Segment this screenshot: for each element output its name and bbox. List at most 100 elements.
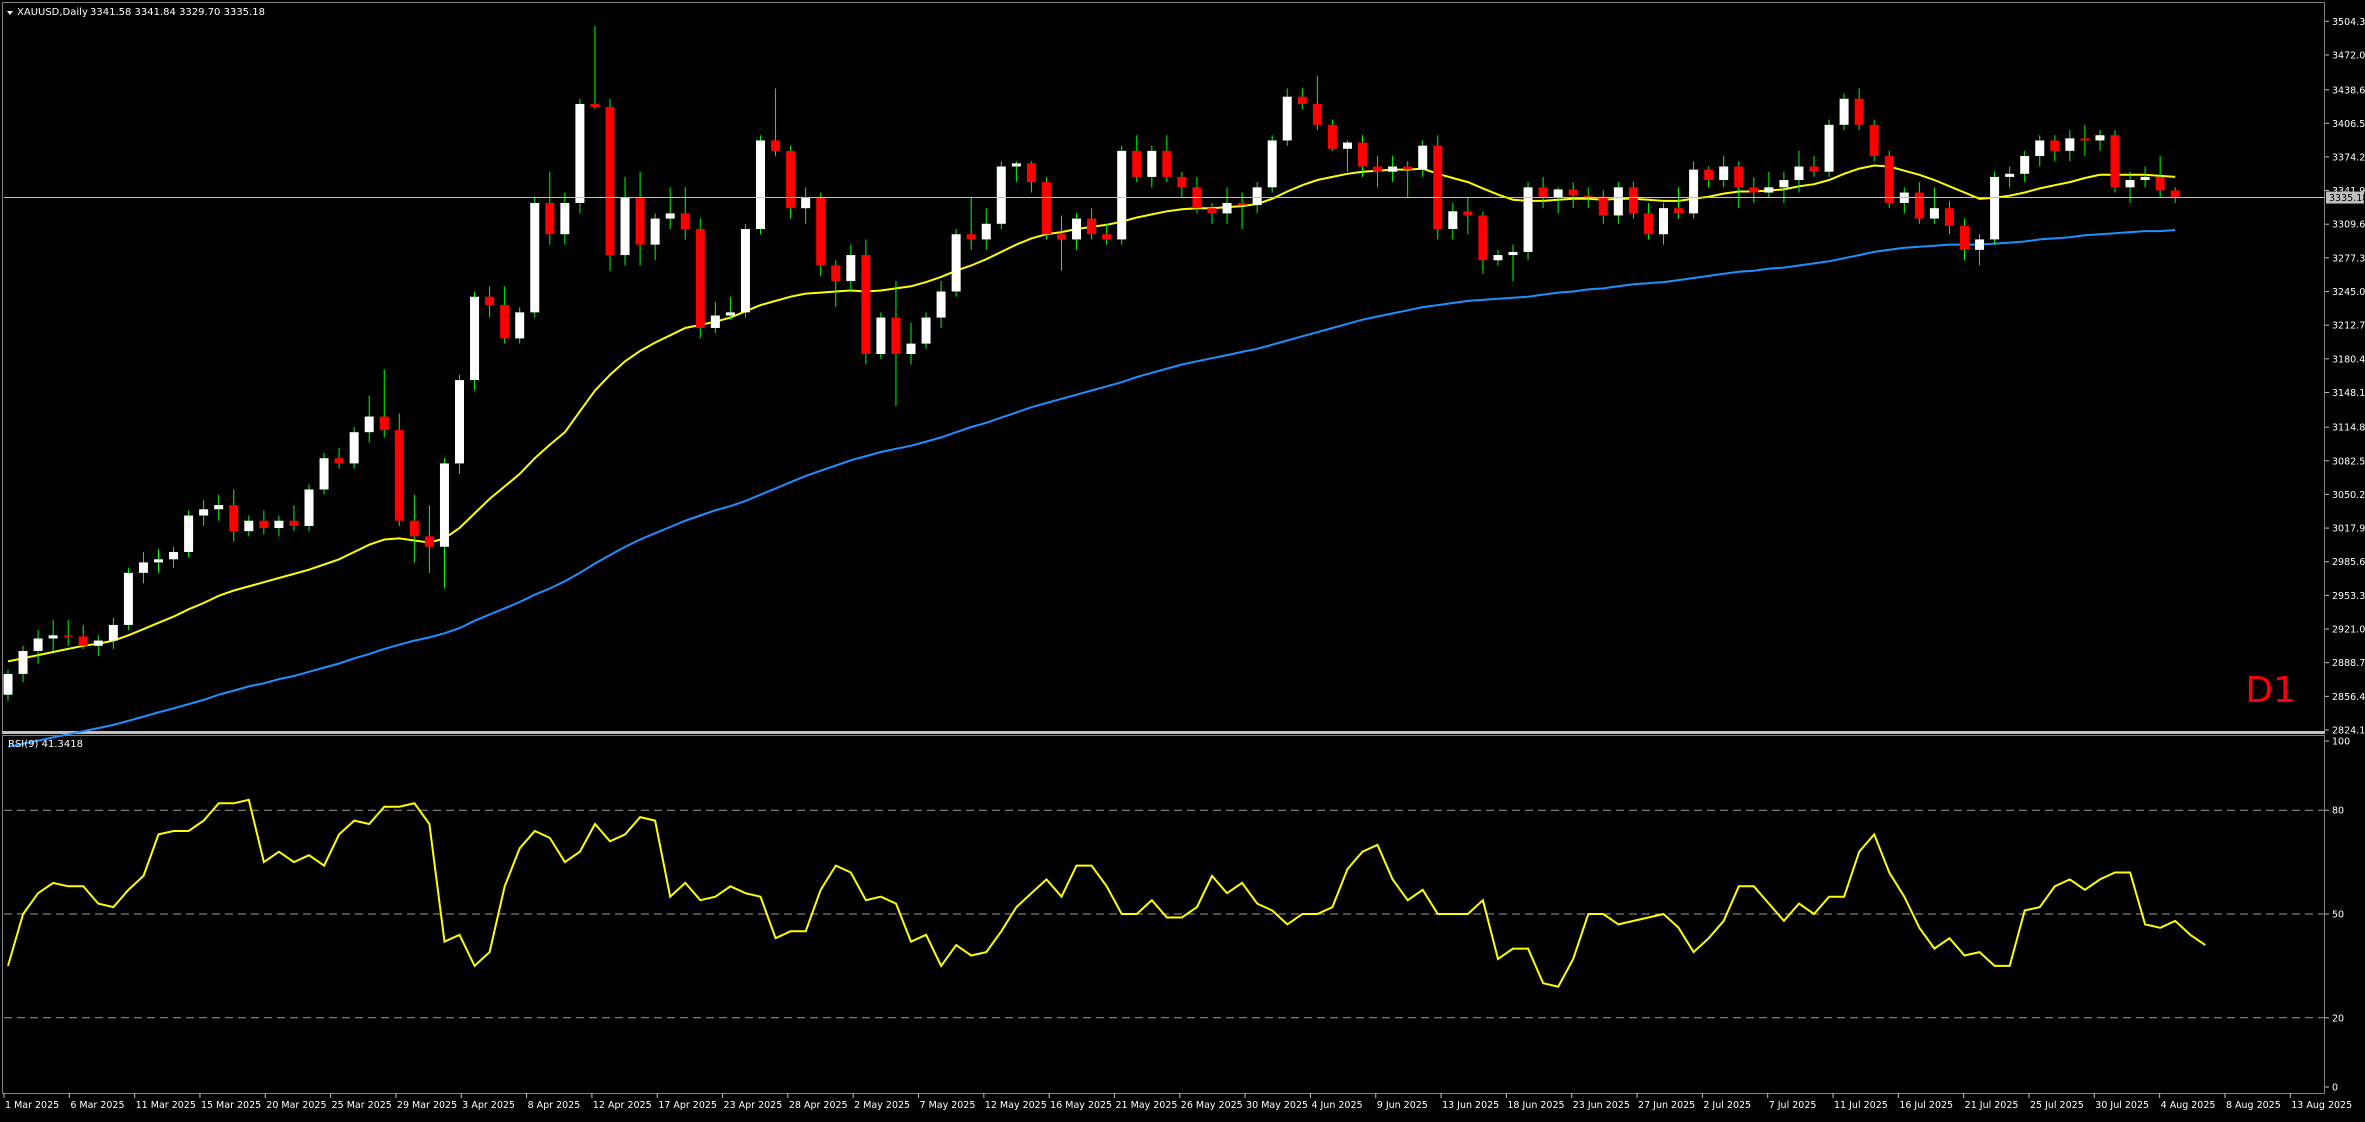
candle-body-bear — [1704, 169, 1714, 181]
candle-body-bull — [1824, 124, 1834, 172]
candle-body-bull — [319, 458, 329, 490]
candle-body-bear — [1297, 96, 1307, 104]
candle-body-bear — [229, 505, 239, 532]
time-tick-label: 16 May 2025 — [1050, 1100, 1112, 1111]
candle-body-bull — [2035, 140, 2045, 157]
candle-body-bear — [1944, 208, 1954, 226]
candle-body-bull — [1222, 202, 1232, 214]
candle-body-bull — [1117, 150, 1127, 240]
time-tick-label: 2 May 2025 — [854, 1100, 910, 1111]
candle — [951, 229, 961, 297]
time-tick-label: 23 Apr 2025 — [724, 1100, 783, 1111]
time-tick-label: 17 Apr 2025 — [658, 1100, 717, 1111]
candle — [1282, 88, 1292, 146]
candle-body-bull — [244, 520, 254, 532]
candle-body-bear — [63, 635, 73, 637]
chart-canvas[interactable]: 3504.35 3472.05 3438.60 3406.50 3374.20 3341.… — [0, 0, 2365, 1118]
time-tick-label: 23 Jun 2025 — [1573, 1100, 1630, 1111]
candle-body-bull — [665, 213, 675, 219]
time-tick-label: 12 May 2025 — [985, 1100, 1047, 1111]
candle — [575, 98, 585, 214]
candle — [1267, 135, 1277, 193]
candle-body-bull — [274, 520, 284, 529]
ohlc-values: 3341.58 3341.84 3329.70 3335.18 — [90, 7, 265, 18]
candle — [861, 239, 871, 365]
time-tick-label: 27 Jun 2025 — [1638, 1100, 1695, 1111]
candle — [530, 197, 540, 318]
candle-body-bear — [1312, 103, 1322, 125]
rsi-tick-label: 50 — [2332, 910, 2344, 921]
candle-body-bear — [1598, 196, 1608, 216]
candle — [996, 161, 1006, 230]
time-tick-label: 30 Jul 2025 — [2095, 1100, 2149, 1111]
price-tick-label: 2888.75 — [2332, 658, 2365, 669]
candle-body-bull — [1388, 166, 1398, 172]
candle-body-bear — [771, 140, 781, 151]
candle-body-bear — [545, 202, 555, 235]
chart-window[interactable]: 3504.35 3472.05 3438.60 3406.50 3374.20 3341.… — [0, 0, 2365, 1118]
price-tick-label: 2953.35 — [2332, 591, 2365, 602]
time-tick-label: 13 Jun 2025 — [1442, 1100, 1499, 1111]
candle-body-bull — [33, 638, 43, 651]
candle-body-bull — [1975, 239, 1985, 250]
candle-body-bull — [123, 572, 133, 625]
candle-body-bull — [1779, 180, 1789, 188]
candle-body-bull — [169, 551, 179, 560]
time-tick-label: 18 Jun 2025 — [1507, 1100, 1564, 1111]
rsi-tick-label: 100 — [2332, 737, 2350, 748]
candle-body-bear — [394, 430, 404, 521]
candle-body-bull — [2005, 173, 2015, 177]
time-tick-label: 4 Aug 2025 — [2161, 1100, 2216, 1111]
candle-body-bear — [1914, 192, 1924, 219]
candle-body-bull — [846, 255, 856, 282]
candle-body-bull — [138, 562, 148, 573]
candle-body-bull — [304, 489, 314, 526]
price-tick-label: 3406.50 — [2332, 119, 2365, 130]
candle-body-bear — [1749, 187, 1759, 193]
candle — [756, 135, 765, 235]
current-price-label: 3335.18 — [2329, 193, 2365, 204]
candle-body-bull — [1719, 166, 1729, 181]
time-tick-label: 4 Jun 2025 — [1311, 1100, 1362, 1111]
candle-body-bear — [2170, 190, 2180, 198]
time-tick-label: 8 Aug 2025 — [2226, 1100, 2281, 1111]
candle-body-bear — [891, 317, 901, 355]
candle-body-bear — [1358, 142, 1367, 167]
price-tick-label: 3148.10 — [2332, 388, 2365, 399]
candle-body-bear — [1538, 187, 1548, 198]
price-tick-label: 2985.65 — [2332, 557, 2365, 568]
candle-body-bear — [500, 305, 510, 339]
price-tick-label: 3212.70 — [2332, 321, 2365, 332]
candle-body-bull — [2020, 156, 2030, 174]
candle — [2110, 130, 2120, 193]
price-tick-label: 3374.20 — [2332, 152, 2365, 163]
candle-body-bull — [1523, 187, 1533, 252]
candle-body-bull — [620, 197, 630, 256]
candle-body-bull — [2095, 135, 2105, 141]
candle-body-bear — [1057, 234, 1066, 240]
rsi-tick-label: 0 — [2332, 1083, 2338, 1094]
time-tick-label: 7 Jul 2025 — [1769, 1100, 1817, 1111]
candle-body-bear — [590, 103, 600, 108]
candle-body-bull — [349, 432, 359, 464]
candle-body-bull — [996, 166, 1006, 224]
candle-body-bear — [2155, 176, 2165, 191]
timeframe-label: D1 — [2245, 670, 2296, 711]
price-tick-label: 3277.30 — [2332, 253, 2365, 264]
candle-body-bear — [1162, 150, 1172, 177]
price-tick-label: 3472.05 — [2332, 50, 2365, 61]
rsi-label: RSI(9) 41.3418 — [8, 739, 83, 750]
candle-body-bear — [1041, 182, 1051, 235]
candle-body-bull — [1252, 187, 1262, 206]
candle — [816, 192, 826, 276]
candle-body-bull — [1418, 145, 1428, 170]
time-tick-label: 20 Mar 2025 — [266, 1100, 326, 1111]
candle-body-bear — [1869, 124, 1879, 157]
time-tick-label: 2 Jul 2025 — [1703, 1100, 1751, 1111]
candle — [304, 484, 314, 532]
candle-body-bear — [1327, 124, 1337, 149]
time-tick-label: 15 Mar 2025 — [201, 1100, 261, 1111]
candle-body-bull — [439, 463, 449, 547]
candle-body-bear — [1433, 145, 1443, 230]
candle — [876, 312, 886, 360]
